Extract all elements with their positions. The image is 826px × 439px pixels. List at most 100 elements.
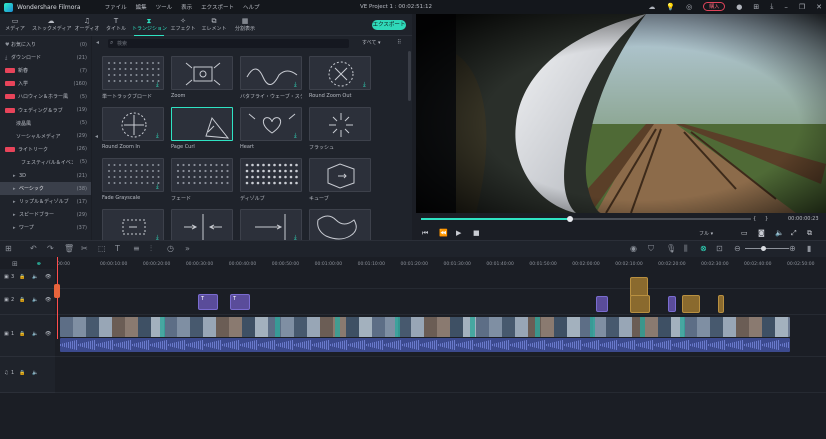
zoom-in-icon[interactable]: ⊕: [789, 244, 796, 253]
account-icon[interactable]: ●: [736, 3, 742, 11]
playback-scrubber-handle[interactable]: [566, 216, 573, 222]
gift-icon[interactable]: ⊞: [753, 3, 759, 11]
element-clip[interactable]: [682, 295, 700, 313]
transition-marker[interactable]: [535, 317, 540, 337]
transition-thumbnail[interactable]: [240, 158, 302, 192]
bulb-icon[interactable]: 💡: [666, 3, 675, 11]
transition-thumbnail[interactable]: ⤓: [240, 56, 302, 90]
sidebar-item[interactable]: ハロウィン＆ホラー風 (5): [0, 90, 91, 103]
tab-elements[interactable]: ⧉ エレメント: [200, 14, 228, 36]
snapshot-icon[interactable]: ◙: [758, 229, 765, 237]
more-icon[interactable]: »: [185, 244, 190, 253]
transition-thumbnail[interactable]: [171, 56, 233, 90]
delete-icon[interactable]: 🗑: [64, 244, 74, 253]
voiceover-icon[interactable]: 🎙: [666, 244, 676, 253]
download-icon[interactable]: ⤓: [156, 184, 161, 190]
transition-thumbnail[interactable]: ⤓: [102, 107, 164, 141]
add-track-icon[interactable]: ⊞: [12, 260, 18, 268]
mute-icon[interactable]: 🔈: [32, 297, 38, 303]
transition-thumbnail[interactable]: [171, 107, 233, 141]
transition-marker[interactable]: [335, 317, 340, 337]
grid-view-icon[interactable]: ⠿: [397, 39, 401, 46]
motion-track-icon[interactable]: ⊡: [716, 244, 723, 253]
transition-marker[interactable]: [470, 317, 475, 337]
timeline-ruler[interactable]: 00:00 00:00:10:00 00:00:20:00 00:00:30:00 00…: [55, 257, 826, 269]
sidebar-toggle-icon[interactable]: ◂: [95, 133, 98, 140]
menu-item[interactable]: 表示: [181, 3, 192, 11]
play-icon[interactable]: ▶: [456, 229, 461, 237]
track-header[interactable]: ▣ 2 🔒 🔈 👁: [0, 289, 55, 315]
lock-icon[interactable]: 🔒: [19, 274, 25, 280]
display-icon[interactable]: ▭: [741, 229, 748, 237]
sidebar-item[interactable]: ▸ 3D (21): [0, 169, 91, 182]
transition-thumbnail[interactable]: [309, 158, 371, 192]
playhead[interactable]: [57, 257, 58, 339]
transition-thumbnail[interactable]: ⤓: [240, 209, 302, 243]
redo-icon[interactable]: ↷: [47, 244, 54, 253]
title-clip[interactable]: T: [230, 294, 250, 310]
search-input[interactable]: ⌕ 検索: [108, 39, 349, 48]
undo-icon[interactable]: ↶: [30, 244, 37, 253]
lock-icon[interactable]: 🔒: [19, 297, 25, 303]
tab-media[interactable]: ▭ メディア: [4, 14, 26, 36]
sidebar-item[interactable]: 液晶風 (5): [0, 117, 91, 130]
eye-icon[interactable]: 👁: [45, 297, 51, 303]
sidebar-item[interactable]: ▸ ベーシック (38): [0, 182, 91, 196]
mute-icon[interactable]: 🔈: [32, 274, 38, 280]
download-icon[interactable]: ⤓: [363, 82, 368, 88]
transition-marker[interactable]: [395, 317, 400, 337]
marker-icon[interactable]: ⛉: [648, 244, 654, 254]
speed-icon[interactable]: ◷: [167, 244, 174, 253]
track-lane[interactable]: [55, 357, 826, 393]
volume-icon[interactable]: 🔈: [775, 229, 784, 237]
transition-thumbnail[interactable]: [171, 158, 233, 192]
mixer-icon[interactable]: ⫼: [684, 244, 688, 254]
element-clip[interactable]: [718, 295, 724, 313]
sidebar-item[interactable]: ⤓ ダウンロード (21): [0, 51, 91, 64]
transition-thumbnail[interactable]: ⤓: [102, 56, 164, 90]
sidebar-item[interactable]: ウェディング＆ラブ (19): [0, 104, 91, 117]
sidebar-item[interactable]: ♥ お気に入り (0): [0, 38, 91, 51]
playhead-handle[interactable]: [54, 284, 60, 298]
mute-icon[interactable]: 🔈: [32, 370, 38, 376]
download-icon[interactable]: ⤓: [294, 82, 299, 88]
download-icon[interactable]: ⤓: [156, 133, 161, 139]
transition-thumbnail[interactable]: ⤓: [102, 158, 164, 192]
transition-thumbnail[interactable]: ⤓: [240, 107, 302, 141]
tab-transitions[interactable]: ⧗ トランジション: [132, 14, 167, 36]
transition-thumbnail[interactable]: [171, 209, 233, 243]
mark-in-button[interactable]: {: [753, 216, 756, 222]
external-icon[interactable]: ⧉: [807, 229, 812, 238]
crop-icon[interactable]: ⬚: [98, 244, 106, 253]
title-clip[interactable]: [596, 296, 608, 312]
tab-stock-media[interactable]: ☁ ストックメディア: [32, 14, 71, 36]
track-header[interactable]: ▣ 1 🔒 🔈 👁: [0, 315, 55, 357]
transition-marker[interactable]: [275, 317, 280, 337]
maximize-icon[interactable]: ❐: [799, 3, 805, 11]
sidebar-item[interactable]: 新春 (7): [0, 64, 91, 77]
eye-icon[interactable]: 👁: [45, 331, 51, 337]
lock-icon[interactable]: 🔒: [19, 370, 25, 376]
stop-icon[interactable]: ■: [473, 229, 480, 237]
title-clip[interactable]: T: [198, 294, 218, 310]
title-clip[interactable]: [668, 296, 676, 312]
step-back-icon[interactable]: ⏮: [422, 229, 428, 238]
track-header[interactable]: ▣ 3 🔒 🔈 👁: [0, 269, 55, 289]
snap-icon[interactable]: ⊗: [700, 244, 707, 253]
tab-split-screen[interactable]: ▦ 分割表示: [232, 14, 258, 36]
grid-scrollbar[interactable]: [408, 51, 411, 101]
menu-item[interactable]: エクスポート: [201, 3, 234, 11]
track-lane[interactable]: [55, 269, 826, 289]
tab-audio[interactable]: ♫ オーディオ: [74, 14, 100, 36]
render-icon[interactable]: ◉: [630, 244, 637, 253]
layout-icon[interactable]: ⊞: [5, 244, 12, 253]
cloud-icon[interactable]: ☁: [648, 3, 655, 11]
text-icon[interactable]: T: [115, 244, 120, 253]
sidebar-item[interactable]: ▸ リップル＆ディゾルブ (17): [0, 195, 91, 208]
zoom-slider-handle[interactable]: [761, 246, 766, 251]
mark-out-button[interactable]: }: [765, 216, 768, 222]
transition-marker[interactable]: [590, 317, 595, 337]
playback-progress[interactable]: [421, 216, 751, 222]
close-icon[interactable]: ✕: [816, 3, 822, 11]
transition-thumbnail[interactable]: ⤓: [309, 56, 371, 90]
